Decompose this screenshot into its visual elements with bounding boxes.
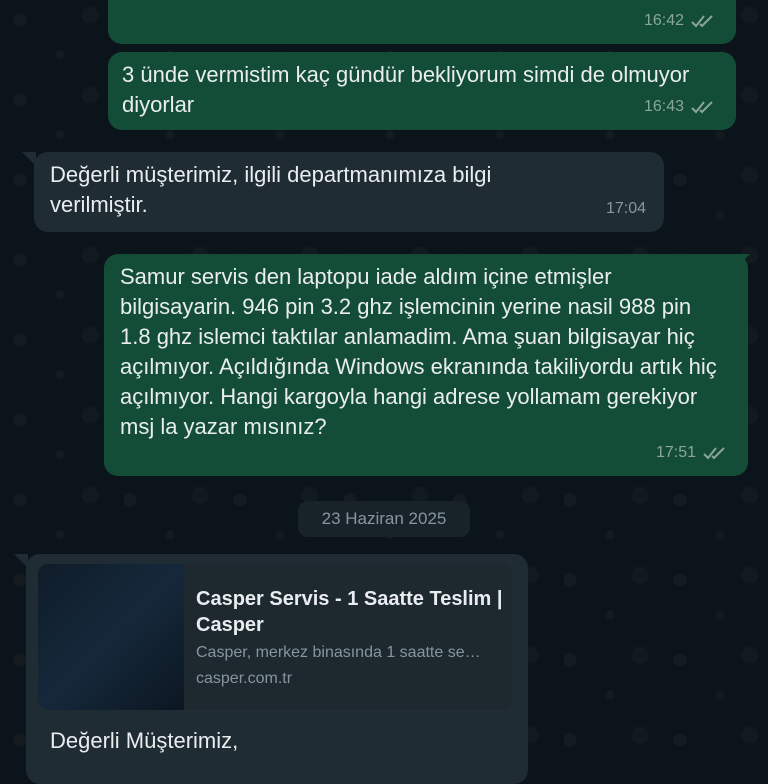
link-preview-title: Casper Servis - 1 Saatte Teslim | Casper bbox=[196, 588, 503, 636]
link-preview[interactable]: Casper Servis - 1 Saatte Teslim | Casper… bbox=[38, 564, 512, 710]
message-text: Değerli müşterimiz, ilgili departmanımız… bbox=[50, 162, 498, 217]
message-meta: 17:04 bbox=[606, 194, 646, 224]
link-preview-domain: casper.com.tr bbox=[196, 670, 293, 687]
message-time: 16:42 bbox=[643, 12, 684, 29]
message-outgoing[interactable]: 16:42 bbox=[108, 0, 736, 44]
link-preview-description: Casper, merkez binasında 1 saatte se… bbox=[196, 644, 481, 661]
message-outgoing[interactable]: Samur servis den laptopu iade aldım için… bbox=[104, 254, 748, 476]
message-time: 17:51 bbox=[655, 444, 696, 461]
message-meta: 16:43 bbox=[644, 92, 718, 122]
message-incoming[interactable]: Değerli müşterimiz, ilgili departmanımız… bbox=[34, 152, 664, 232]
message-meta: 16:42 bbox=[644, 6, 718, 36]
message-outgoing[interactable]: 3 ünde vermistim kaç gündür bekliyorum s… bbox=[108, 52, 736, 130]
message-time: 17:04 bbox=[605, 200, 646, 217]
message-text: Değerli Müşterimiz, bbox=[50, 728, 239, 753]
message-time: 16:43 bbox=[643, 98, 684, 115]
double-check-icon bbox=[691, 15, 713, 28]
date-separator: 23 Haziran 2025 bbox=[298, 501, 470, 537]
message-text: 3 ünde vermistim kaç gündür bekliyorum s… bbox=[122, 62, 696, 117]
message-meta: 17:51 bbox=[656, 438, 730, 468]
message-text: Samur servis den laptopu iade aldım için… bbox=[120, 264, 723, 439]
double-check-icon bbox=[691, 101, 713, 114]
double-check-icon bbox=[703, 447, 725, 460]
link-preview-thumbnail bbox=[38, 564, 184, 710]
